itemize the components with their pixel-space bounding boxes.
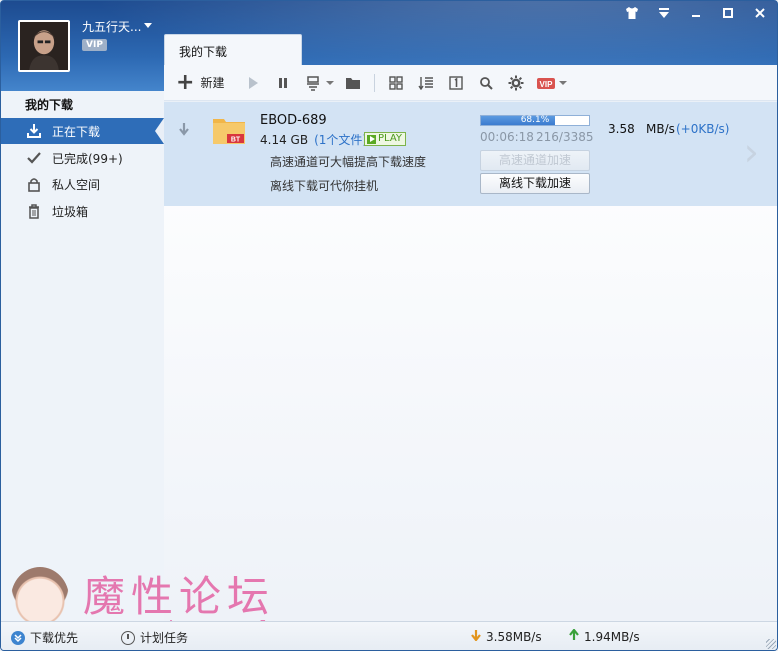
skin-shirt-icon[interactable] <box>621 6 643 24</box>
progress-bar: 68.1% <box>480 115 590 126</box>
offline-hint: 离线下载可代你挂机 <box>270 179 379 193</box>
gear-icon[interactable] <box>505 72 527 94</box>
trash-icon <box>25 202 43 220</box>
avatar-image <box>20 22 68 70</box>
total-download-speed: 3.58MB/s <box>471 629 542 644</box>
highspeed-hint: 高速通道可大幅提高下载速度 <box>270 155 427 169</box>
type-badge: BT <box>231 137 241 144</box>
vip-dropdown-caret-icon[interactable] <box>559 80 568 85</box>
play-button[interactable]: PLAY <box>364 132 407 146</box>
search-icon[interactable] <box>475 72 497 94</box>
minimize-icon[interactable] <box>685 6 707 24</box>
vip-badge: VIP <box>82 39 107 51</box>
sidebar-item-label: 私人空间 <box>52 177 101 192</box>
svg-text:VIP: VIP <box>540 80 554 89</box>
tab-my-downloads[interactable]: 我的下载 <box>164 34 302 65</box>
task-row[interactable]: BT EBOD-689 4.14 GB (1个文件) PLAY 高速通道可大幅提高… <box>164 102 777 206</box>
download-tray-icon <box>25 122 43 140</box>
scheduled-task-label: 计划任务 <box>140 631 189 645</box>
play-icon <box>367 134 376 144</box>
plus-icon: + <box>176 69 195 95</box>
chevron-right-icon[interactable]: › <box>744 130 759 174</box>
download-speed-unit: MB/s <box>646 122 675 136</box>
elapsed-time: 00:06:18 <box>480 130 534 144</box>
active-pointer <box>155 118 164 144</box>
sort-icon[interactable] <box>415 72 437 94</box>
status-bar: 下载优先 计划任务 3.58MB/s 1.94MB/s <box>1 621 777 650</box>
resize-grip[interactable] <box>766 639 776 649</box>
upload-speed-text: 1.94MB/s <box>584 629 640 644</box>
close-icon[interactable] <box>749 6 771 24</box>
lock-icon <box>25 175 43 193</box>
task-size: 4.14 GB <box>260 133 309 147</box>
pause-icon[interactable] <box>272 72 294 94</box>
avatar[interactable] <box>18 20 70 72</box>
task-name: EBOD-689 <box>260 113 327 128</box>
sidebar-item-label: 正在下载 <box>52 124 101 139</box>
sidebar-title: 我的下载 <box>25 98 74 112</box>
total-upload-speed: 1.94MB/s <box>569 628 640 644</box>
piece-count: 216/3385 <box>536 130 594 144</box>
chevron-double-down-icon <box>11 630 25 645</box>
single-task-icon[interactable] <box>445 72 467 94</box>
arrow-down-icon <box>471 629 481 644</box>
username[interactable]: 九五行天... <box>82 18 141 35</box>
progress-text: 68.1% <box>520 115 550 125</box>
maximize-icon[interactable] <box>717 6 739 24</box>
grid-view-icon[interactable] <box>385 72 407 94</box>
sidebar-item-label: 已完成(99+) <box>52 151 123 166</box>
sidebar-item-label: 垃圾箱 <box>52 204 89 219</box>
checkmark-icon <box>25 149 43 167</box>
offline-accelerate-button[interactable]: 离线下载加速 <box>480 173 590 194</box>
app-window: 九五行天... VIP 我的下载 我的下载 正在下载 已完成(99+) 私人空间… <box>0 0 778 651</box>
sidebar-item-downloading[interactable]: 正在下载 <box>1 118 164 144</box>
main-menu-icon[interactable] <box>653 6 675 24</box>
arrow-up-icon <box>569 628 579 644</box>
toolbar-separator <box>374 73 376 92</box>
download-list: BT EBOD-689 4.14 GB (1个文件) PLAY 高速通道可大幅提高… <box>164 102 777 621</box>
new-task-button[interactable]: + 新建 <box>176 69 225 95</box>
bt-folder-icon: BT <box>212 115 246 145</box>
sidebar-item-private-space[interactable]: 私人空间 <box>1 171 164 197</box>
task-files-link[interactable]: (1个文件) <box>314 133 367 147</box>
highspeed-accelerate-button[interactable]: 高速通道加速 <box>480 150 590 171</box>
download-speed-value: 3.58 <box>608 122 635 136</box>
user-menu-caret-icon[interactable] <box>144 23 152 28</box>
download-priority-label: 下载优先 <box>30 631 79 645</box>
open-folder-icon[interactable] <box>342 72 364 94</box>
download-priority-toggle[interactable]: 下载优先 <box>11 629 78 646</box>
clock-icon <box>121 630 135 645</box>
download-speed-text: 3.58MB/s <box>486 629 542 644</box>
scheduled-task-button[interactable]: 计划任务 <box>121 629 188 646</box>
priority-dropdown-caret-icon[interactable] <box>326 80 335 85</box>
sidebar-item-completed[interactable]: 已完成(99+) <box>1 145 164 171</box>
accelerated-speed: (+0KB/s) <box>676 122 730 136</box>
download-arrow-icon <box>178 122 190 140</box>
sidebar-item-trash[interactable]: 垃圾箱 <box>1 198 164 224</box>
window-controls <box>621 6 771 24</box>
play-label: PLAY <box>378 133 403 144</box>
task-size-line: 4.14 GB (1个文件) <box>260 131 367 148</box>
priority-queue-icon[interactable] <box>302 72 324 94</box>
vip-gift-icon[interactable]: VIP <box>535 72 557 94</box>
toolbar: + 新建 VIP <box>164 65 777 101</box>
new-task-label: 新建 <box>200 76 225 90</box>
start-play-icon[interactable] <box>242 72 264 94</box>
tab-label: 我的下载 <box>179 45 228 59</box>
